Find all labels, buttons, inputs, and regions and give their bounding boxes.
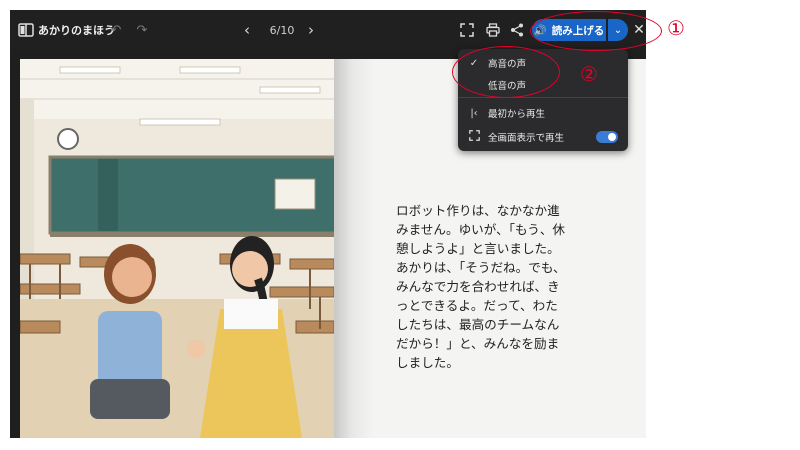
play-from-start-label: 最初から再生	[488, 109, 546, 120]
annotation-number-2: ②	[580, 62, 598, 86]
book-icon[interactable]	[18, 22, 34, 38]
illustration-page	[20, 59, 334, 438]
previous-page-chevron-icon[interactable]: ‹	[238, 20, 256, 40]
fullscreen-play-label: 全画面表示で再生	[488, 133, 565, 144]
book-title: あかりのまほう	[38, 24, 115, 37]
print-icon[interactable]	[484, 21, 502, 39]
annotation-circle-1	[530, 11, 662, 51]
annotation-number-1: ①	[667, 16, 685, 40]
skip-to-start-icon: |‹	[470, 107, 478, 119]
redo-icon[interactable]: ↷	[134, 21, 150, 39]
fullscreen-icon[interactable]	[458, 21, 476, 39]
fullscreen-play-toggle[interactable]	[596, 131, 618, 143]
menu-divider	[458, 97, 628, 98]
story-text: ロボット作りは、なかなか進 みません。ゆいが、「もう、休 憩しようよ」と言いまし…	[396, 203, 566, 370]
fullscreen-play-item[interactable]: 全画面表示で再生	[458, 127, 628, 147]
undo-icon[interactable]: ↶	[108, 21, 124, 39]
fullscreen-icon	[468, 130, 480, 144]
next-page-chevron-icon[interactable]: ›	[302, 20, 320, 40]
classroom-illustration	[20, 59, 334, 438]
share-icon[interactable]	[508, 21, 526, 39]
play-from-start-item[interactable]: |‹ 最初から再生	[458, 103, 628, 123]
annotation-circle-2	[452, 46, 560, 98]
page-indicator: 6/10	[269, 23, 295, 37]
